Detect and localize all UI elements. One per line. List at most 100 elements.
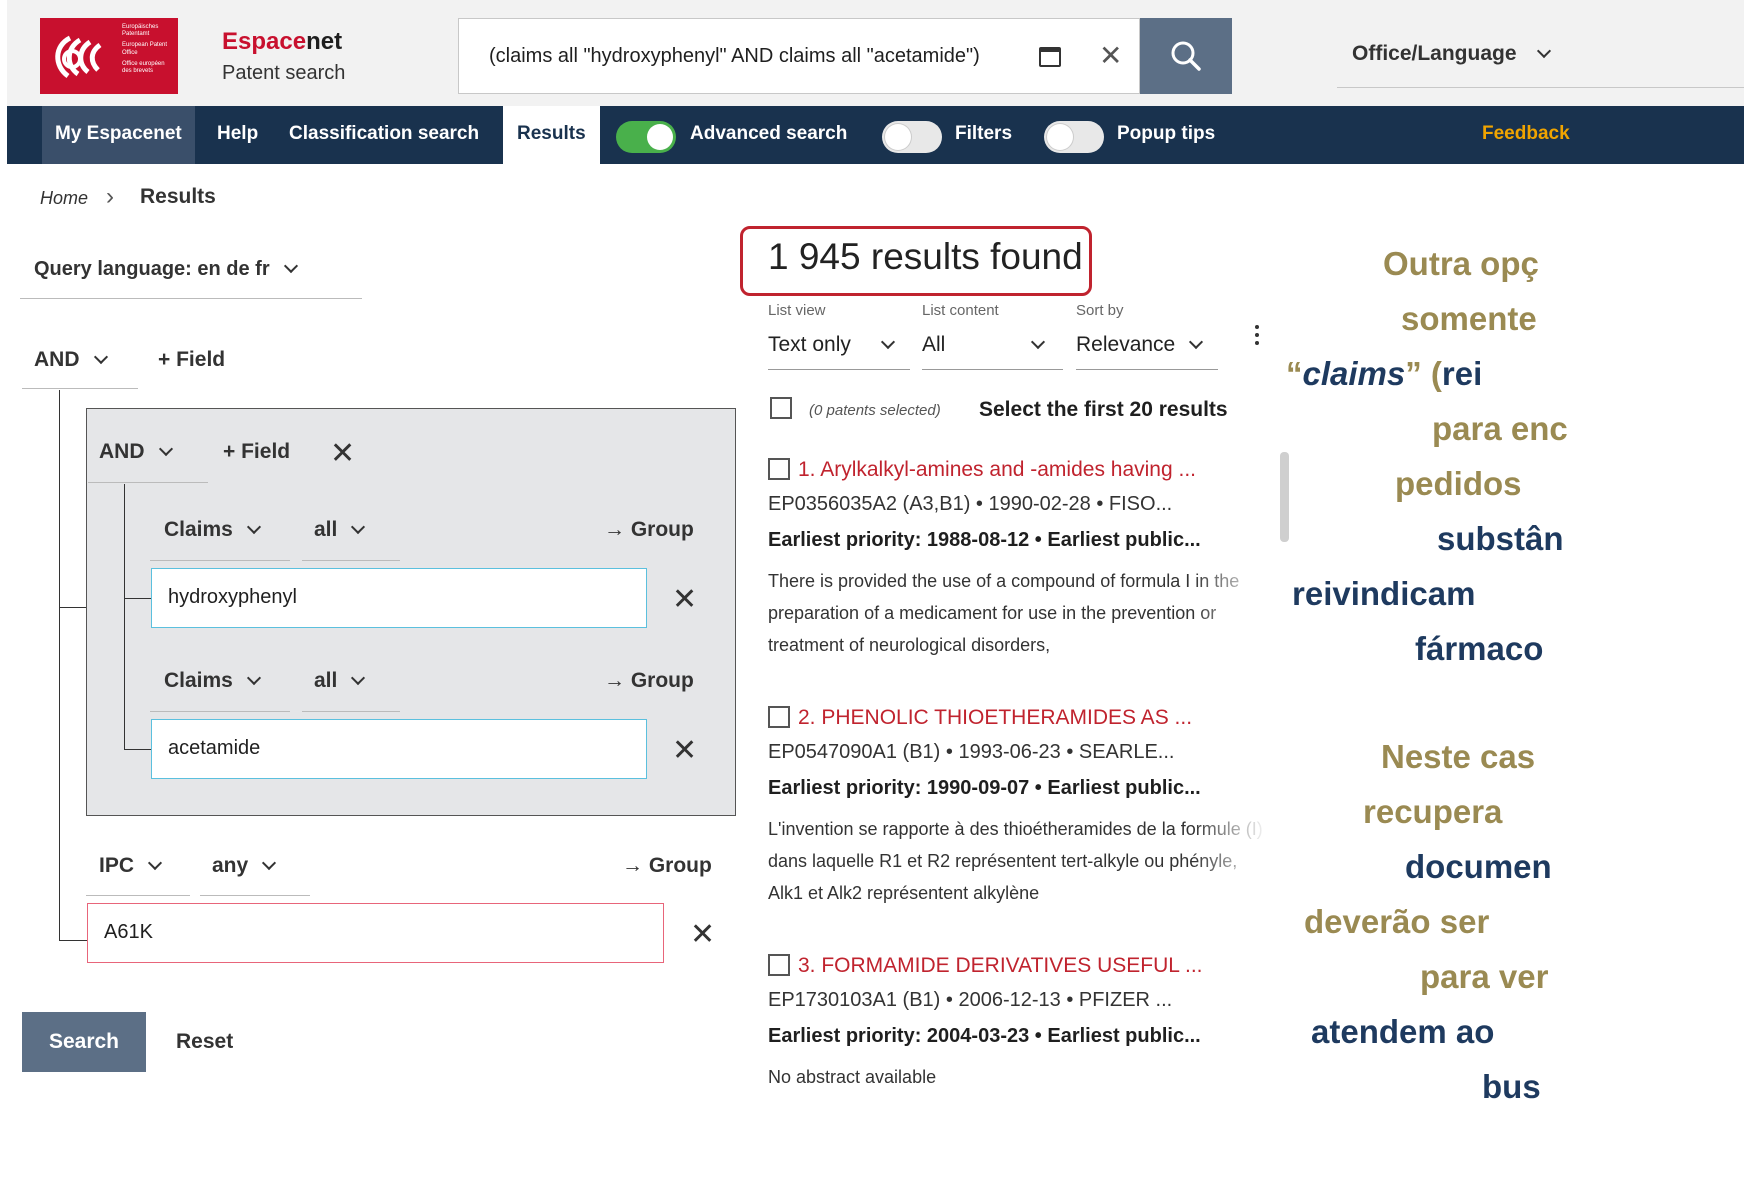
result-meta: EP0356035A2 (A3,B1) • 1990-02-28 • FISO.… <box>768 493 1173 515</box>
result-priority: Earliest priority: 2004-03-23 • Earliest… <box>768 1025 1201 1047</box>
search-button[interactable] <box>1140 18 1232 94</box>
group-operator-dropdown[interactable]: AND <box>99 440 173 464</box>
brand[interactable]: Espacenet Patent search <box>222 28 345 85</box>
group-link[interactable]: → Group <box>604 669 694 693</box>
toggle-knob <box>1047 124 1073 150</box>
chevron-down-icon <box>93 349 108 365</box>
clear-search-icon[interactable]: ✕ <box>1099 39 1122 72</box>
ipc-input[interactable]: A61K <box>87 903 664 963</box>
remove-field-icon[interactable]: ✕ <box>672 582 697 617</box>
match-mode-dropdown[interactable]: all <box>314 669 366 693</box>
remove-field-icon[interactable]: ✕ <box>672 733 697 768</box>
result-title[interactable]: 1. Arylkalkyl-amines and -amides having … <box>798 458 1268 482</box>
more-options-icon[interactable] <box>1255 325 1259 349</box>
nav-feedback[interactable]: Feedback <box>1482 106 1570 164</box>
match-mode-underline <box>302 560 400 561</box>
remove-group-icon[interactable]: ✕ <box>330 436 355 471</box>
select-all-checkbox[interactable] <box>770 397 792 419</box>
group-tree-branch <box>124 749 152 750</box>
result-title[interactable]: 3. FORMAMIDE DERIVATIVES USEFUL ... <box>798 954 1268 978</box>
root-add-field-button[interactable]: + Field <box>158 348 225 372</box>
field-type-underline <box>86 895 190 896</box>
select-first-20-link[interactable]: Select the first 20 results <box>979 398 1228 422</box>
root-operator-underline <box>22 388 138 389</box>
group-operator-underline <box>88 482 208 483</box>
nav-popup-tips-label: Popup tips <box>1117 123 1216 144</box>
chevron-down-icon <box>351 519 366 535</box>
filters-toggle[interactable] <box>882 121 942 153</box>
group-add-field-button[interactable]: + Field <box>223 440 290 464</box>
result-item: 3. FORMAMIDE DERIVATIVES USEFUL ... EP17… <box>768 954 1268 1189</box>
ipc-value: A61K <box>104 921 153 943</box>
epo-logo[interactable]: Europäisches Patentamt European Patent O… <box>40 18 178 94</box>
query-language-dropdown[interactable]: Query language: en de fr <box>34 258 298 281</box>
list-content-dropdown[interactable]: All <box>922 333 1046 357</box>
field-type-dropdown[interactable]: Claims <box>164 669 261 693</box>
match-mode-underline <box>200 895 310 896</box>
search-input[interactable]: (claims all "hydroxyphenyl" AND claims a… <box>458 18 1140 94</box>
search-icon <box>1171 41 1201 71</box>
annotation-line: reivindicam <box>1292 575 1476 612</box>
selected-count: (0 patents selected) <box>809 402 941 419</box>
sort-dropdown[interactable]: Relevance <box>1076 333 1204 357</box>
tree-line <box>59 390 60 940</box>
annotation-line: para ver <box>1420 958 1549 995</box>
annotation-line: somente <box>1401 300 1537 337</box>
list-content-underline <box>922 369 1063 370</box>
chevron-down-icon <box>246 519 261 535</box>
result-item: 1. Arylkalkyl-amines and -amides having … <box>768 458 1268 658</box>
results-scrollbar[interactable] <box>1280 452 1289 542</box>
term-input[interactable]: acetamide <box>151 719 647 779</box>
annotation-line: deverão ser <box>1304 903 1490 940</box>
chevron-down-icon <box>1189 334 1204 350</box>
result-title[interactable]: 2. PHENOLIC THIOETHERAMIDES AS ... <box>798 706 1268 730</box>
result-meta: EP1730103A1 (B1) • 2006-12-13 • PFIZER .… <box>768 989 1173 1011</box>
nav-filters-label: Filters <box>955 123 1013 144</box>
term-value: hydroxyphenyl <box>168 586 297 608</box>
nav-classification-search[interactable]: Classification search <box>289 106 479 164</box>
match-mode-dropdown[interactable]: any <box>212 854 277 878</box>
result-priority: Earliest priority: 1990-09-07 • Earliest… <box>768 777 1201 799</box>
annotation-line: bus <box>1482 1068 1541 1105</box>
sort-underline <box>1076 369 1218 370</box>
nav-help[interactable]: Help <box>217 106 258 164</box>
annotation-line: atendem ao <box>1311 1013 1495 1050</box>
term-input[interactable]: hydroxyphenyl <box>151 568 647 628</box>
brand-subtitle: Patent search <box>222 62 346 84</box>
group-link[interactable]: → Group <box>604 518 694 542</box>
breadcrumb-chevron-icon: › <box>106 183 114 210</box>
breadcrumb-home[interactable]: Home <box>40 188 88 209</box>
breadcrumb-current: Results <box>140 185 216 208</box>
group-tree-line <box>124 484 125 749</box>
tab-results[interactable]: Results <box>503 106 600 164</box>
result-priority: Earliest priority: 1988-08-12 • Earliest… <box>768 529 1201 551</box>
result-checkbox[interactable] <box>768 954 790 976</box>
annotation-line: Neste cas <box>1381 738 1536 775</box>
result-checkbox[interactable] <box>768 458 790 480</box>
chevron-down-icon <box>246 670 261 686</box>
nav-my-espacenet[interactable]: My Espacenet <box>42 106 195 164</box>
remove-field-icon[interactable]: ✕ <box>690 917 715 952</box>
calendar-icon[interactable] <box>1039 47 1061 67</box>
list-view-dropdown[interactable]: Text only <box>768 333 895 357</box>
search-query-text: (claims all "hydroxyphenyl" AND claims a… <box>489 45 980 67</box>
chevron-down-icon <box>1536 43 1551 59</box>
result-item: 2. PHENOLIC THIOETHERAMIDES AS ... EP054… <box>768 706 1268 906</box>
popup-tips-toggle[interactable] <box>1044 121 1104 153</box>
sort-caption: Sort by <box>1076 302 1124 319</box>
annotation-line: pedidos <box>1395 465 1522 502</box>
reset-button[interactable]: Reset <box>176 1030 233 1054</box>
group-link[interactable]: → Group <box>622 854 712 878</box>
annotation-line: Outra opç <box>1383 245 1539 282</box>
field-type-dropdown[interactable]: IPC <box>99 854 163 878</box>
epo-waves-icon <box>55 35 102 79</box>
office-language-dropdown[interactable]: Office/Language <box>1352 42 1551 66</box>
result-checkbox[interactable] <box>768 706 790 728</box>
query-language-underline <box>20 298 362 299</box>
advanced-search-toggle[interactable] <box>616 121 676 153</box>
search-submit-button[interactable]: Search <box>22 1012 146 1072</box>
chevron-down-icon <box>147 855 163 871</box>
match-mode-dropdown[interactable]: all <box>314 518 366 542</box>
field-type-dropdown[interactable]: Claims <box>164 518 261 542</box>
root-operator-dropdown[interactable]: AND <box>34 348 108 372</box>
